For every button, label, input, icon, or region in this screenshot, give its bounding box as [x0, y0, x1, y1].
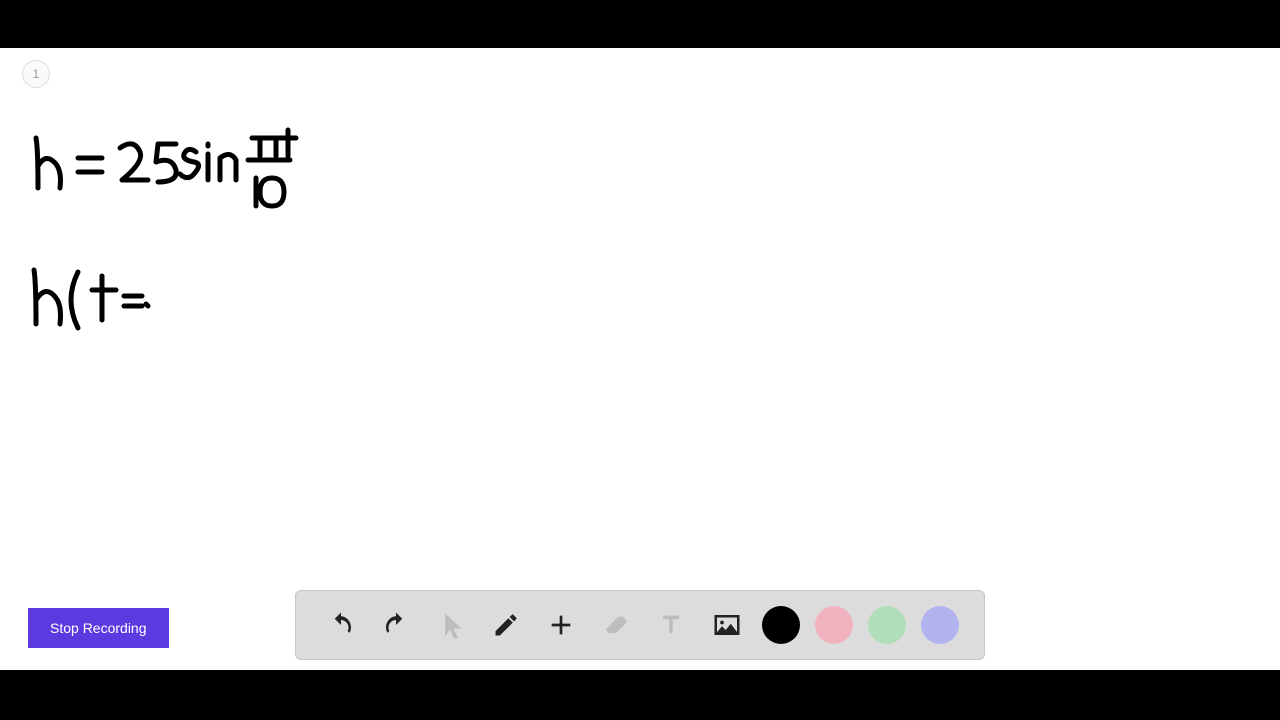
color-swatch-pink[interactable] — [815, 606, 853, 644]
stop-recording-button[interactable]: Stop Recording — [28, 608, 169, 648]
color-swatch-black[interactable] — [762, 606, 800, 644]
add-button[interactable] — [541, 605, 581, 645]
redo-button[interactable] — [376, 605, 416, 645]
drawing-toolbar — [295, 590, 985, 660]
color-swatch-purple[interactable] — [921, 606, 959, 644]
undo-button[interactable] — [321, 605, 361, 645]
letterbox-top — [0, 0, 1280, 48]
eraser-tool-button[interactable] — [596, 605, 636, 645]
image-tool-button[interactable] — [707, 605, 747, 645]
ink-layer — [0, 48, 1280, 670]
letterbox-bottom — [0, 670, 1280, 720]
color-swatch-green[interactable] — [868, 606, 906, 644]
pencil-tool-button[interactable] — [486, 605, 526, 645]
cursor-tool-button[interactable] — [431, 605, 471, 645]
text-tool-button[interactable] — [651, 605, 691, 645]
whiteboard-canvas[interactable]: 1 — [0, 48, 1280, 670]
page-number-badge: 1 — [22, 60, 50, 88]
